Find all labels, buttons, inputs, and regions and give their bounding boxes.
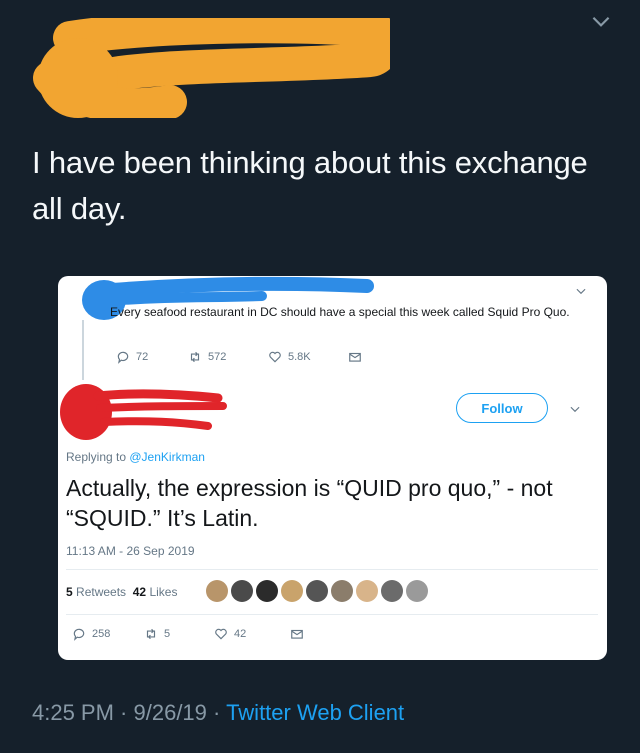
retweet-action[interactable]: 5	[144, 627, 214, 641]
chevron-down-icon[interactable]	[568, 402, 582, 416]
divider	[66, 569, 598, 570]
reply-action[interactable]: 72	[116, 350, 188, 364]
avatar[interactable]	[206, 580, 228, 602]
retweet-action[interactable]: 572	[188, 350, 268, 364]
chevron-down-icon[interactable]	[588, 8, 614, 34]
like-action[interactable]: 42	[214, 627, 290, 641]
retweet-count: 572	[208, 351, 227, 363]
retweet-icon	[190, 351, 200, 363]
divider	[66, 614, 598, 615]
reply-icon	[73, 628, 85, 641]
separator: ·	[113, 700, 134, 725]
envelope-icon	[291, 629, 303, 639]
reply-tweet-text: Actually, the expression is “QUID pro qu…	[66, 475, 553, 531]
like-action[interactable]: 5.8K	[268, 350, 348, 364]
message-action[interactable]	[290, 627, 304, 641]
tweet-text: I have been thinking about this exchange…	[32, 145, 588, 226]
retweets-label[interactable]: Retweets	[76, 585, 126, 599]
retweets-count[interactable]: 5	[66, 585, 73, 599]
parent-tweet-text: Every seafood restaurant in DC should ha…	[110, 305, 570, 319]
reply-count: 72	[136, 351, 149, 363]
follow-button[interactable]: Follow	[456, 393, 548, 423]
likes-count[interactable]: 42	[133, 585, 146, 599]
reply-icon	[117, 351, 129, 364]
avatar[interactable]	[231, 580, 253, 602]
avatar[interactable]	[381, 580, 403, 602]
like-count: 42	[234, 628, 247, 640]
likes-label[interactable]: Likes	[149, 585, 177, 599]
avatar[interactable]	[306, 580, 328, 602]
replying-handle-link[interactable]: @JenKirkman	[129, 450, 205, 464]
likers-avatars	[206, 580, 428, 602]
avatar[interactable]	[331, 580, 353, 602]
avatar[interactable]	[256, 580, 278, 602]
reply-timestamp[interactable]: 11:13 AM - 26 Sep 2019	[66, 544, 195, 558]
heart-icon	[215, 628, 227, 640]
embedded-tweet-screenshot: Every seafood restaurant in DC should ha…	[58, 276, 607, 660]
parent-tweet-actions: 72 572 5.8K	[116, 350, 362, 364]
engagement-stats: 5 Retweets 42 Likes	[66, 585, 177, 599]
redaction-scribble-red	[60, 384, 227, 440]
replying-to: Replying to @JenKirkman	[66, 450, 205, 464]
retweet-count: 5	[164, 628, 171, 640]
reply-tweet-actions: 258 5 42	[72, 627, 304, 641]
message-action[interactable]	[348, 350, 362, 364]
chevron-down-icon[interactable]	[574, 284, 588, 298]
avatar[interactable]	[406, 580, 428, 602]
thread-connector	[82, 320, 84, 380]
separator: ·	[206, 700, 227, 725]
retweet-icon	[146, 628, 156, 640]
reply-count: 258	[92, 628, 111, 640]
tweet-date[interactable]: 9/26/19	[134, 700, 207, 725]
avatar[interactable]	[356, 580, 378, 602]
reply-action[interactable]: 258	[72, 627, 144, 641]
tweet-client-link[interactable]: Twitter Web Client	[226, 700, 404, 725]
like-count: 5.8K	[288, 351, 311, 363]
avatar[interactable]	[281, 580, 303, 602]
tweet-time[interactable]: 4:25 PM	[32, 700, 114, 725]
redaction-scribble-orange	[33, 18, 390, 118]
envelope-icon	[349, 352, 361, 362]
tweet-metadata: 4:25 PM · 9/26/19 · Twitter Web Client	[32, 700, 404, 726]
replying-prefix: Replying to	[66, 450, 130, 464]
heart-icon	[269, 351, 281, 363]
